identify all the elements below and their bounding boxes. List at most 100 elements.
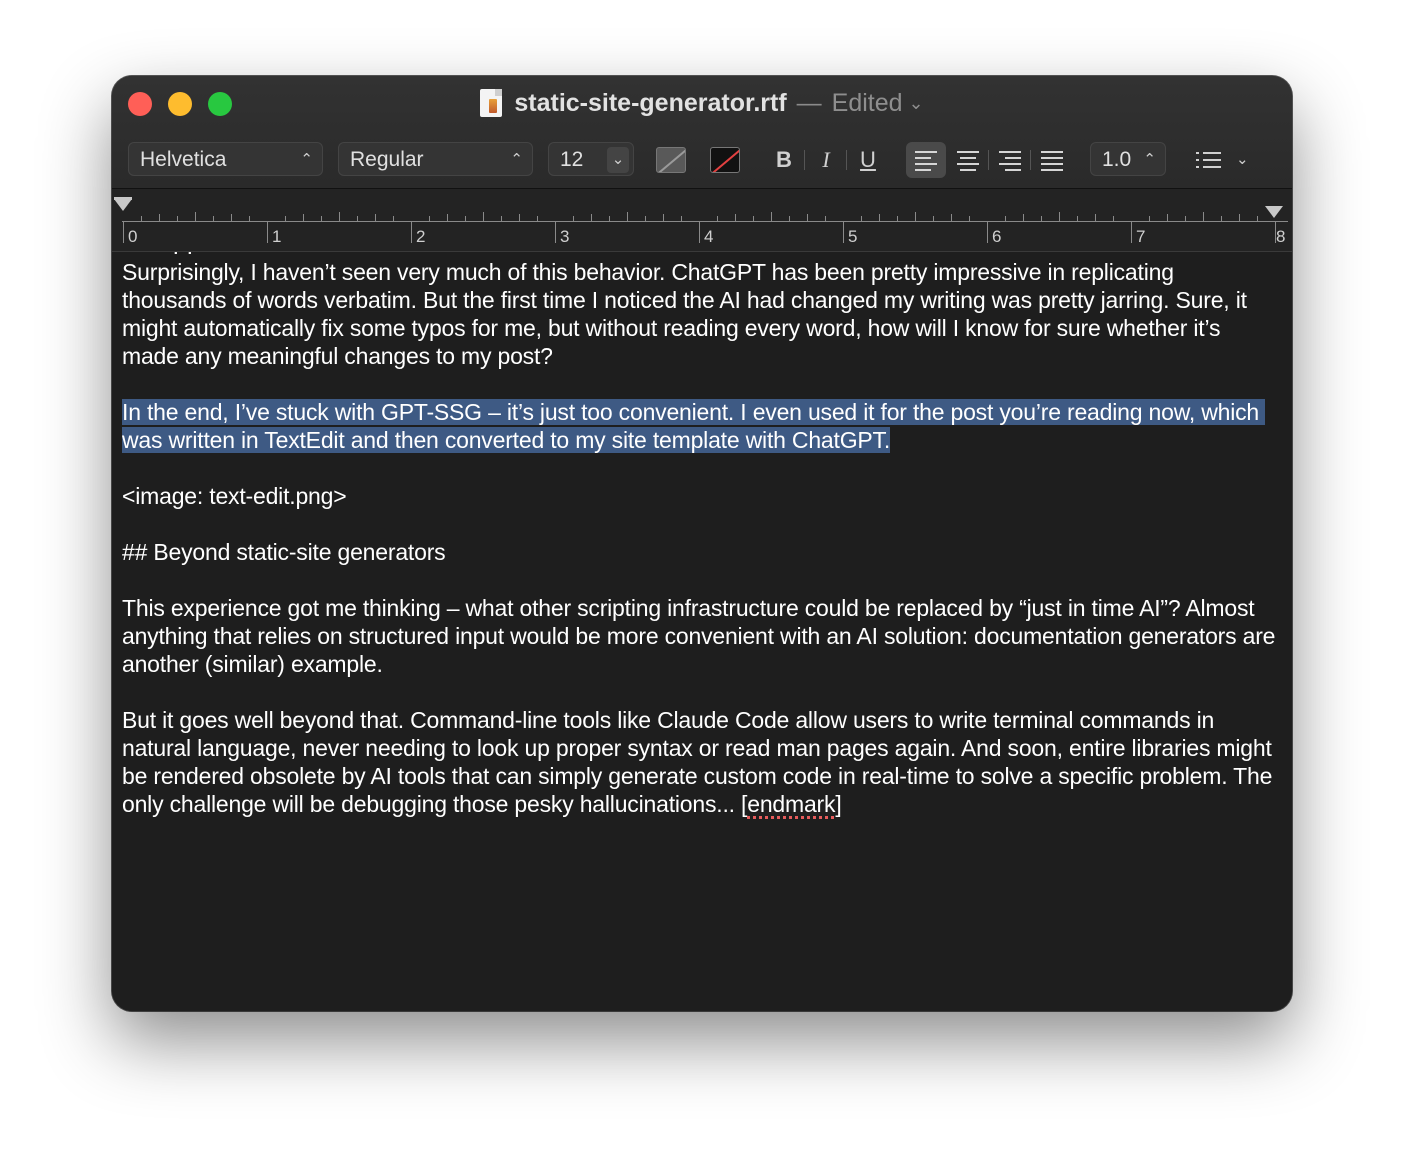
ruler-tick	[645, 216, 646, 221]
ruler-number: 2	[416, 227, 426, 246]
paragraph-heading: ## Beyond static-site generators	[122, 539, 446, 565]
ruler-tick	[717, 216, 718, 221]
ruler-tick	[429, 216, 430, 221]
ruler-tick	[609, 216, 610, 221]
align-right-button[interactable]	[990, 142, 1030, 178]
ruler-tick	[393, 216, 394, 221]
document-name: static-site-generator.rtf	[514, 88, 787, 117]
ruler-tick	[267, 221, 268, 243]
ruler-tick	[681, 216, 682, 221]
chevron-down-icon[interactable]: ⌄	[909, 93, 924, 114]
paragraph: Surprisingly, I haven’t seen very much o…	[122, 259, 1253, 369]
ruler-tick	[825, 216, 826, 221]
ruler-tick	[177, 216, 178, 221]
ruler-tick	[1113, 216, 1114, 221]
font-style-popup[interactable]: Regular ⌃	[338, 142, 533, 176]
ruler-tick	[1149, 216, 1150, 221]
ruler-tick	[861, 216, 862, 221]
justify-button[interactable]	[1032, 142, 1072, 178]
align-left-button[interactable]	[906, 142, 946, 178]
ruler-tick	[915, 212, 916, 221]
font-style-value: Regular	[350, 148, 424, 171]
chevron-down-icon[interactable]: ⌄	[1236, 144, 1249, 176]
ruler[interactable]: 0 1 2 3 4 5 6 7 8	[112, 188, 1292, 252]
edited-status: Edited	[831, 88, 903, 117]
list-bullets-icon[interactable]	[1196, 148, 1222, 172]
ruler-number: 3	[560, 227, 570, 246]
underline-button[interactable]: U	[858, 144, 878, 176]
ruler-tick	[951, 214, 952, 221]
ruler-tick	[699, 221, 700, 243]
title-separator: —	[796, 88, 822, 117]
format-toolbar: Helvetica ⌃ Regular ⌃ 12 ⌄ B I U 1.0 ⌃ ⌄	[112, 142, 1292, 178]
ruler-tick	[1023, 214, 1024, 221]
ruler-tick	[933, 216, 934, 221]
text-selection: In the end, I’ve stuck with GPT-SSG – it…	[122, 399, 1266, 453]
up-down-chevron-icon: ⌃	[300, 151, 313, 168]
ruler-tick	[159, 214, 160, 221]
ruler-tick	[1059, 212, 1060, 221]
left-indent-marker[interactable]	[114, 199, 132, 211]
ruler-tick	[555, 221, 556, 243]
paragraph-text-end: ]	[835, 791, 842, 817]
ruler-tick	[1239, 214, 1240, 221]
window-title[interactable]: static-site-generator.rtf — Edited ⌄	[112, 86, 1292, 120]
ruler-tick	[141, 216, 142, 221]
ruler-tick	[447, 214, 448, 221]
ruler-tick	[213, 216, 214, 221]
rtf-document-icon	[480, 89, 503, 117]
ruler-number: 8	[1276, 227, 1286, 246]
ruler-tick	[375, 214, 376, 221]
ruler-tick	[789, 216, 790, 221]
font-size-combo[interactable]: 12 ⌄	[548, 142, 634, 176]
ruler-tick	[573, 216, 574, 221]
line-spacing-popup[interactable]: 1.0 ⌃	[1090, 142, 1166, 176]
ruler-number: 5	[848, 227, 858, 246]
textedit-window: static-site-generator.rtf — Edited ⌄ Hel…	[112, 76, 1292, 1011]
ruler-tick	[519, 214, 520, 221]
ruler-tick	[321, 216, 322, 221]
document-body[interactable]: Surprisingly, I haven’t seen very much o…	[122, 258, 1282, 846]
ruler-tick	[843, 221, 844, 243]
ruler-tick	[1185, 216, 1186, 221]
misspelled-word[interactable]: endmark	[747, 791, 835, 817]
ruler-baseline	[122, 221, 1288, 222]
chevron-down-icon[interactable]: ⌄	[607, 147, 629, 173]
paragraph-selected: In the end, I’ve stuck with GPT-SSG – it…	[122, 398, 1282, 454]
bold-button[interactable]: B	[774, 144, 794, 176]
ruler-tick	[969, 216, 970, 221]
align-center-button[interactable]	[948, 142, 988, 178]
background-color-well[interactable]	[710, 147, 740, 173]
ruler-tick	[123, 221, 124, 243]
ruler-tick	[1131, 221, 1132, 243]
up-down-chevron-icon: ⌃	[510, 151, 523, 168]
font-family-popup[interactable]: Helvetica ⌃	[128, 142, 323, 176]
ruler-tick	[339, 212, 340, 221]
ruler-tick	[195, 212, 196, 221]
italic-button[interactable]: I	[816, 144, 836, 176]
toolbar-divider	[846, 150, 847, 170]
document-text-area[interactable]: · · Surprisingly, I haven’t seen very mu…	[112, 252, 1292, 1011]
paragraph-text: But it goes well beyond that. Command-li…	[122, 707, 1279, 817]
ruler-tick	[411, 221, 412, 243]
ruler-tick	[1257, 216, 1258, 221]
ruler-number: 6	[992, 227, 1002, 246]
ruler-tick	[501, 216, 502, 221]
ruler-tick	[483, 212, 484, 221]
title-bar[interactable]: static-site-generator.rtf — Edited ⌄ Hel…	[112, 76, 1292, 188]
toolbar-divider	[1030, 150, 1031, 170]
font-size-value: 12	[560, 148, 584, 171]
text-color-well[interactable]	[656, 147, 686, 173]
up-down-chevron-icon: ⌃	[1143, 151, 1156, 168]
ruler-tick	[591, 214, 592, 221]
ruler-tick	[249, 216, 250, 221]
right-indent-marker[interactable]	[1265, 206, 1283, 218]
ruler-tick	[771, 212, 772, 221]
ruler-tick	[285, 216, 286, 221]
ruler-tick	[1005, 216, 1006, 221]
toolbar-divider	[804, 150, 805, 170]
paragraph-last: But it goes well beyond that. Command-li…	[122, 706, 1282, 818]
ruler-tick	[1041, 216, 1042, 221]
ruler-tick	[465, 216, 466, 221]
ruler-tick	[1203, 212, 1204, 221]
